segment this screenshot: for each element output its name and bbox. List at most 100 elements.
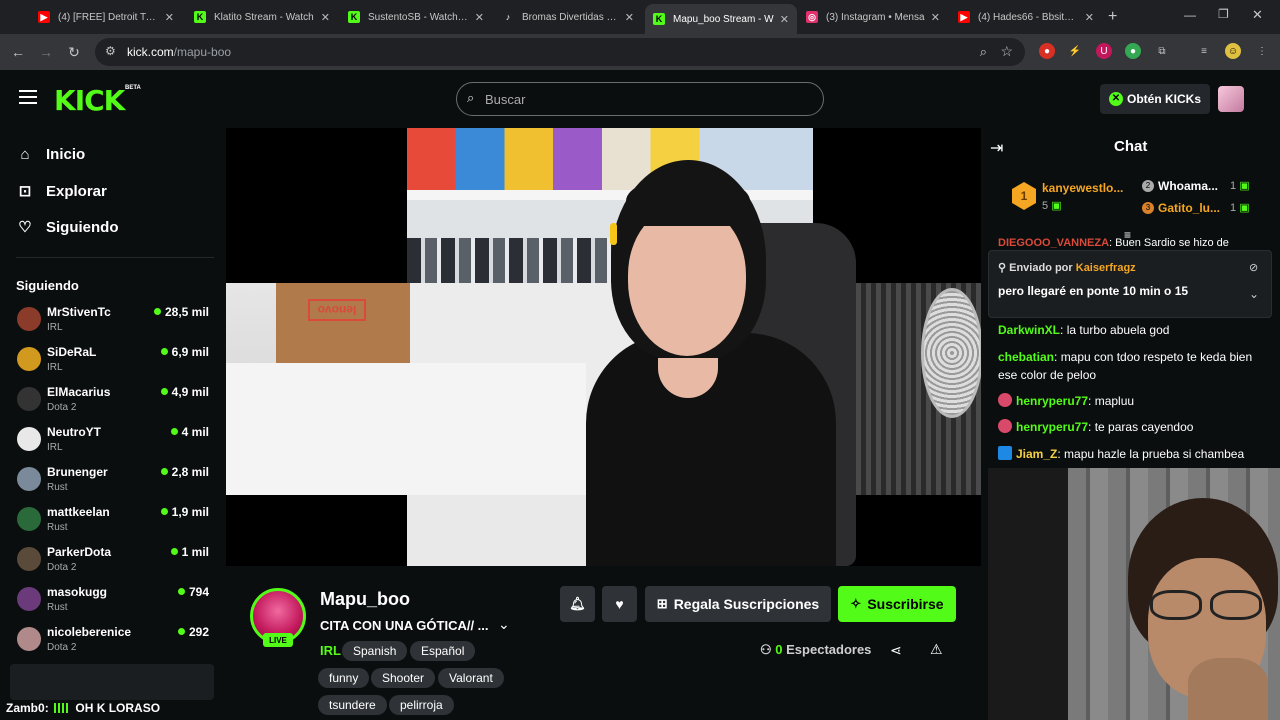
search-input[interactable]: ⌕ Buscar bbox=[456, 82, 824, 116]
webcam-overlay bbox=[988, 468, 1280, 720]
video-player[interactable]: lenovo bbox=[226, 128, 981, 566]
pin-icon: ⚲ bbox=[998, 262, 1007, 274]
close-tab-icon[interactable]: ✕ bbox=[321, 11, 330, 24]
sidebar-channel-item[interactable]: MrStivenTc IRL 28,5 mil bbox=[15, 305, 215, 343]
close-tab-icon[interactable]: ✕ bbox=[165, 11, 174, 24]
collapse-chat-icon[interactable]: ⇥ bbox=[990, 138, 1003, 158]
chat-message: henryperu77: te paras cayendoo bbox=[998, 418, 1268, 436]
video-cabinet bbox=[226, 363, 586, 495]
sidebar-channel-item[interactable]: Brunenger Rust 2,8 mil bbox=[15, 465, 215, 503]
live-badge: LIVE bbox=[263, 633, 293, 647]
channel-avatar bbox=[17, 427, 41, 451]
restore-icon[interactable]: ❐ bbox=[1218, 7, 1229, 21]
url-bar[interactable]: ⚙ kick.com/mapu-boo ⌕ ☆ bbox=[95, 38, 1025, 66]
hide-pin-icon[interactable]: ⊘ bbox=[1249, 261, 1258, 274]
sidebar-channel-item[interactable]: ElMacarius Dota 2 4,9 mil bbox=[15, 385, 215, 423]
extension-icon[interactable]: ⚡ bbox=[1067, 43, 1083, 59]
star-icon: ✧ bbox=[850, 596, 862, 611]
get-kicks-button[interactable]: ✕ Obtén KICKs bbox=[1100, 84, 1210, 114]
extensions-puzzle-icon[interactable]: ⧉ bbox=[1154, 43, 1170, 59]
tag[interactable]: funny bbox=[318, 668, 370, 688]
user-avatar[interactable] bbox=[1218, 86, 1244, 112]
close-tab-icon[interactable]: ✕ bbox=[780, 13, 789, 26]
browser-tab-active[interactable]: K Mapu_boo Stream - W ✕ bbox=[645, 4, 797, 34]
channel-avatar bbox=[17, 507, 41, 531]
sidebar-channel-item[interactable]: nicoleberenice Dota 2 292 bbox=[15, 625, 215, 663]
extension-icon[interactable]: U bbox=[1096, 43, 1112, 59]
follow-heart-button[interactable]: ♥ bbox=[602, 586, 637, 622]
channel-category: Dota 2 bbox=[47, 562, 77, 573]
channel-category: Rust bbox=[47, 482, 68, 493]
close-tab-icon[interactable]: ✕ bbox=[1085, 11, 1094, 24]
sidebar-channel-item[interactable]: SiDeRaL IRL 6,9 mil bbox=[15, 345, 215, 383]
compass-icon: ⊡ bbox=[18, 183, 32, 200]
channel-viewers: 6,9 mil bbox=[161, 345, 209, 359]
sidebar-channel-item[interactable]: ParkerDota Dota 2 1 mil bbox=[15, 545, 215, 583]
tag[interactable]: Spanish bbox=[342, 641, 408, 661]
close-window-icon[interactable]: ✕ bbox=[1252, 7, 1263, 23]
notification-bell-button[interactable]: 🔔︎ bbox=[560, 586, 595, 622]
report-warning-icon[interactable]: ⚠ bbox=[930, 641, 943, 658]
users-icon: ⚇ bbox=[760, 642, 772, 657]
browser-toolbar: ← → ↻ ⚙ kick.com/mapu-boo ⌕ ☆ ● ⚡ U ● ⧉ … bbox=[0, 34, 1280, 70]
rank-2-badge: 2 bbox=[1142, 180, 1154, 192]
channel-viewers: 1 mil bbox=[171, 545, 209, 559]
close-tab-icon[interactable]: ✕ bbox=[625, 11, 634, 24]
close-tab-icon[interactable]: ✕ bbox=[931, 11, 940, 24]
browser-tab-bar: ▶ (4) [FREE] Detroit Type ✕ K Klatito Str… bbox=[0, 0, 1280, 34]
chat-ticker: Zamb0: OH K LORASO bbox=[6, 701, 161, 715]
extension-icon[interactable]: ● bbox=[1125, 43, 1141, 59]
kick-logo[interactable]: KICK bbox=[54, 84, 125, 117]
channel-viewers: 794 bbox=[178, 585, 209, 599]
channel-name: ElMacarius bbox=[47, 385, 111, 399]
chevron-down-icon[interactable]: ⌄ bbox=[1249, 287, 1259, 301]
browser-tab[interactable]: K Klatito Stream - Watch ✕ bbox=[186, 4, 338, 30]
media-control-icon[interactable]: ≡ bbox=[1196, 43, 1212, 59]
kicks-coin-icon: ✕ bbox=[1108, 92, 1123, 106]
gift-subscriptions-button[interactable]: ⊞ Regala Suscripciones bbox=[645, 586, 831, 622]
channel-viewers: 4,9 mil bbox=[161, 385, 209, 399]
new-tab-icon[interactable]: + bbox=[1108, 8, 1117, 26]
tag[interactable]: Shooter bbox=[371, 668, 436, 688]
sidebar-channel-item[interactable]: masokugg Rust 794 bbox=[15, 585, 215, 623]
bookmark-star-icon[interactable]: ☆ bbox=[1000, 43, 1013, 60]
browser-menu-icon[interactable]: ⋮ bbox=[1254, 43, 1270, 59]
tag[interactable]: Español bbox=[410, 641, 476, 661]
tag[interactable]: Valorant bbox=[438, 668, 504, 688]
site-info-icon[interactable]: ⚙ bbox=[105, 44, 116, 58]
selected-channel-highlight bbox=[10, 664, 214, 700]
browser-tab[interactable]: ◎ (3) Instagram • Mensa ✕ bbox=[798, 4, 948, 30]
forward-icon[interactable]: → bbox=[36, 42, 56, 62]
reload-icon[interactable]: ↻ bbox=[64, 42, 84, 62]
tag[interactable]: tsundere bbox=[318, 695, 387, 715]
emote-icon bbox=[54, 703, 71, 713]
nav-explore[interactable]: ⊡ Explorar bbox=[16, 182, 107, 201]
nav-following[interactable]: ♡ Siguiendo bbox=[16, 218, 118, 237]
channel-name: SiDeRaL bbox=[47, 345, 97, 359]
stream-category[interactable]: IRL bbox=[320, 643, 341, 658]
zoom-icon[interactable]: ⌕ bbox=[980, 44, 987, 60]
share-icon[interactable]: ⋖ bbox=[890, 642, 902, 659]
extension-icon[interactable]: ● bbox=[1039, 43, 1055, 59]
channel-category: IRL bbox=[47, 362, 63, 373]
channel-avatar bbox=[17, 627, 41, 651]
pinned-message[interactable]: ⚲ Enviado por Kaiserfragz pero llegaré e… bbox=[988, 250, 1272, 318]
browser-tab[interactable]: K SustentoSB - Watch cli ✕ bbox=[340, 4, 492, 30]
browser-tab[interactable]: ▶ (4) Hades66 - Bbsita Te ✕ bbox=[950, 4, 1102, 30]
hamburger-menu-icon[interactable] bbox=[19, 90, 37, 104]
sidebar-channel-item[interactable]: NeutroYT IRL 4 mil bbox=[15, 425, 215, 463]
sidebar-channel-item[interactable]: mattkeelan Rust 1,9 mil bbox=[15, 505, 215, 543]
subscribe-button[interactable]: ✧ Suscribirse bbox=[838, 586, 956, 622]
close-tab-icon[interactable]: ✕ bbox=[475, 11, 484, 24]
tag[interactable]: pelirroja bbox=[389, 695, 454, 715]
browser-tab[interactable]: ▶ (4) [FREE] Detroit Type ✕ bbox=[30, 4, 182, 30]
kick-icon: K bbox=[194, 11, 206, 23]
channel-name[interactable]: Mapu_boo bbox=[320, 589, 410, 610]
browser-tab[interactable]: ♪ Bromas Divertidas con ✕ bbox=[494, 4, 642, 30]
minimize-icon[interactable]: — bbox=[1184, 8, 1196, 22]
nav-home[interactable]: ⌂ Inicio bbox=[16, 146, 85, 163]
back-icon[interactable]: ← bbox=[8, 42, 28, 62]
channel-category: IRL bbox=[47, 442, 63, 453]
chevron-down-icon[interactable]: ⌄ bbox=[498, 616, 510, 633]
profile-avatar[interactable]: ☺ bbox=[1225, 43, 1241, 59]
